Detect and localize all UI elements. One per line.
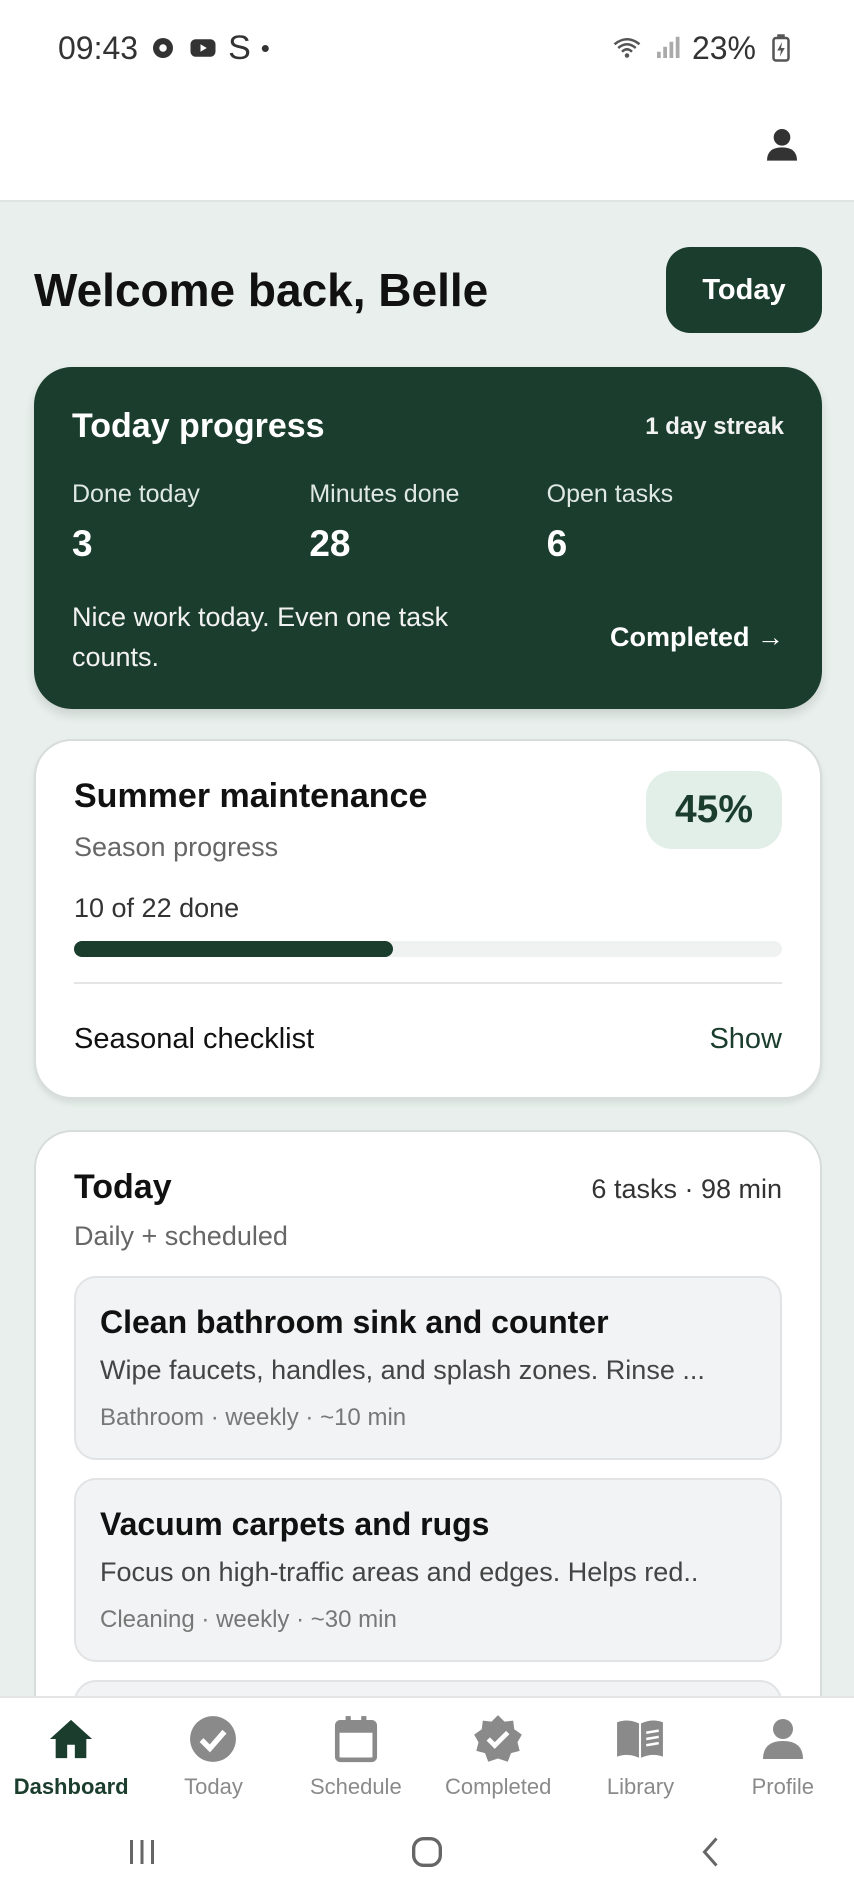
back-icon[interactable]: [694, 1834, 730, 1870]
divider: [74, 982, 782, 984]
nav-dashboard[interactable]: Dashboard: [0, 1698, 142, 1806]
profile-button[interactable]: [752, 114, 812, 174]
system-nav-bar: [0, 1806, 854, 1898]
completed-link[interactable]: Completed →: [610, 622, 784, 653]
recents-icon[interactable]: [124, 1834, 160, 1870]
status-time: 09:43: [58, 29, 139, 66]
nav-label: Completed: [444, 1774, 552, 1799]
stat-value: 3: [72, 523, 93, 564]
nav-label: Dashboard: [13, 1774, 129, 1799]
task-meta: Cleaning · weekly · ~30 min: [100, 1606, 397, 1633]
encouragement-message: Nice work today. Even one task counts.: [72, 602, 449, 672]
nav-schedule[interactable]: Schedule: [285, 1698, 427, 1806]
verified-badge-icon: [474, 1715, 522, 1762]
task-meta: Bathroom · weekly · ~10 min: [100, 1404, 407, 1431]
stat-label: Done today: [72, 480, 200, 508]
wifi-icon: [613, 38, 641, 58]
today-meta: 6 tasks · 98 min: [591, 1174, 782, 1204]
nav-label: Schedule: [309, 1774, 402, 1799]
task-card[interactable]: Vacuum carpets and rugs Focus on high-tr…: [74, 1478, 782, 1662]
dot-icon: •: [260, 32, 270, 63]
status-bar: 09:43 S • 23%: [0, 0, 854, 96]
s-app-icon: S: [228, 28, 251, 67]
stat-value: 28: [309, 523, 351, 564]
nav-completed[interactable]: Completed: [427, 1698, 569, 1806]
task-title: Clean bathroom sink and counter: [100, 1304, 609, 1340]
status-right: 23%: [612, 30, 796, 67]
show-button[interactable]: Show: [709, 1023, 782, 1056]
home-icon: [50, 1719, 93, 1759]
battery-text: 23%: [691, 29, 756, 66]
season-count: 10 of 22 done: [74, 893, 240, 923]
nav-today[interactable]: Today: [142, 1698, 284, 1806]
nav-label: Today: [184, 1774, 243, 1799]
task-card[interactable]: Clean bathroom sink and counter Wipe fau…: [74, 1276, 782, 1460]
task-title: Vacuum carpets and rugs: [100, 1506, 490, 1542]
stat-open-tasks: Open tasks 6: [547, 480, 784, 565]
today-subtitle: Daily + scheduled: [74, 1221, 288, 1251]
welcome-row: Welcome back, Belle Today: [34, 246, 822, 334]
battery-charging-icon: [772, 34, 790, 62]
checklist-label: Seasonal checklist: [74, 1023, 315, 1055]
streak-label: 1 day streak: [645, 412, 784, 440]
nav-label: Library: [606, 1774, 675, 1799]
check-circle-icon: [190, 1716, 237, 1762]
stat-label: Open tasks: [546, 480, 674, 508]
nav-profile[interactable]: Profile: [712, 1698, 854, 1806]
season-card: Summer maintenance Season progress 10 of…: [34, 739, 822, 1099]
calendar-icon: [334, 1716, 377, 1763]
status-left: 09:43 S •: [58, 29, 270, 68]
bottom-nav: Dashboard Today Schedule Completed Libra…: [0, 1696, 854, 1806]
app-bar: [0, 96, 854, 202]
today-title: Today: [74, 1168, 172, 1206]
today-button[interactable]: Today: [666, 247, 822, 333]
nav-library[interactable]: Library: [569, 1698, 711, 1806]
task-description: Focus on high-traffic areas and edges. H…: [100, 1557, 699, 1587]
settings-icon: [153, 38, 174, 58]
today-tasks-card: Today 6 tasks · 98 min Daily + scheduled…: [34, 1130, 822, 1864]
stat-value: 6: [546, 523, 568, 564]
seasonal-checklist-row[interactable]: Seasonal checklist Show: [74, 1023, 782, 1056]
stat-minutes-done: Minutes done 28: [309, 480, 546, 565]
book-icon: [617, 1720, 664, 1758]
person-icon: [767, 129, 797, 161]
stat-label: Minutes done: [309, 480, 460, 508]
season-progress-bar: [74, 941, 782, 957]
nav-label: Profile: [751, 1774, 814, 1799]
home-circle-icon[interactable]: [407, 1832, 447, 1872]
today-progress-card: Today progress 1 day streak Done today 3…: [34, 367, 822, 709]
signal-icon: [656, 36, 680, 58]
season-progress-fill: [74, 941, 393, 957]
task-description: Wipe faucets, handles, and splash zones.…: [100, 1355, 705, 1385]
stat-done-today: Done today 3: [72, 480, 309, 565]
page-title: Welcome back, Belle: [34, 264, 489, 316]
person-icon: [762, 1719, 803, 1759]
progress-title: Today progress: [72, 407, 325, 445]
progress-stats: Done today 3 Minutes done 28 Open tasks …: [72, 480, 784, 565]
season-percent-badge: 45%: [646, 771, 782, 849]
youtube-icon: [190, 39, 216, 57]
